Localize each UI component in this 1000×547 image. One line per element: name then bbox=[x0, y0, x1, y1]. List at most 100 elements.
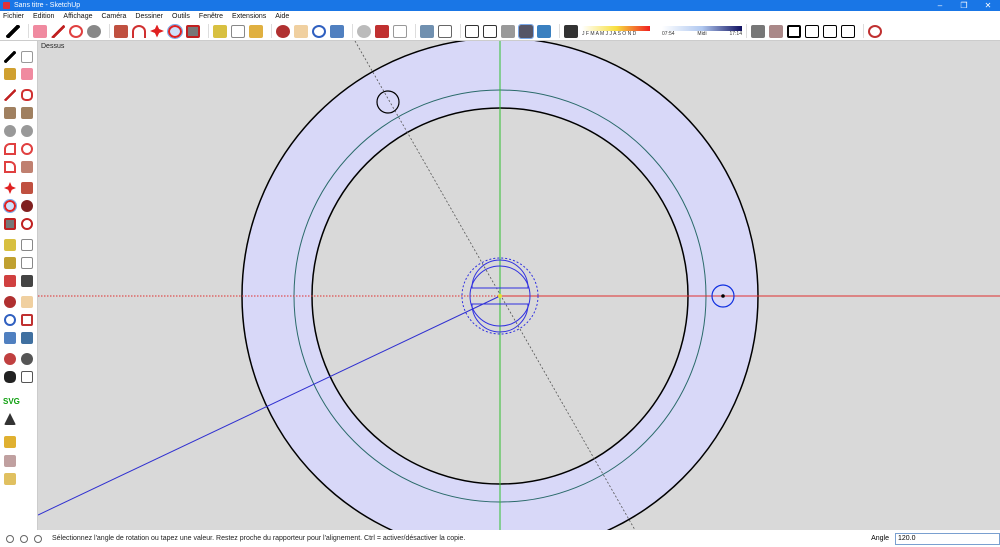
polygon-tool-icon[interactable] bbox=[21, 125, 33, 137]
scale-icon[interactable] bbox=[186, 24, 200, 38]
shaded-textures-icon[interactable] bbox=[518, 23, 534, 39]
orbit-icon[interactable] bbox=[276, 24, 290, 38]
push-pull-icon[interactable] bbox=[21, 182, 33, 194]
window-title: Sans titre - SketchUp bbox=[14, 2, 81, 9]
scale-icon[interactable] bbox=[4, 218, 16, 230]
make-component-icon[interactable] bbox=[21, 51, 33, 63]
freehand-tool-icon[interactable] bbox=[21, 89, 33, 101]
cube-orange-icon[interactable] bbox=[4, 436, 16, 448]
time-end: 17:14 bbox=[729, 30, 742, 37]
section-plane-icon[interactable] bbox=[21, 371, 33, 383]
model-drawing bbox=[38, 41, 1000, 530]
back-view-icon[interactable] bbox=[823, 24, 837, 38]
move-icon[interactable] bbox=[150, 24, 164, 38]
drawing-viewport[interactable]: Dessus bbox=[38, 41, 1000, 530]
user-account-icon[interactable] bbox=[34, 534, 42, 543]
pan-icon[interactable] bbox=[294, 24, 308, 38]
zoom-extents-icon[interactable] bbox=[330, 24, 344, 38]
eraser-tool-icon[interactable] bbox=[21, 68, 33, 80]
zoom-window-icon[interactable] bbox=[21, 314, 33, 326]
measurements-input[interactable] bbox=[895, 532, 1000, 545]
rotated-rectangle-icon[interactable] bbox=[21, 107, 33, 119]
circle-tool-icon[interactable] bbox=[87, 24, 101, 38]
close-button[interactable]: ✕ bbox=[976, 1, 1000, 10]
text-icon[interactable] bbox=[21, 257, 33, 269]
menu-bar: Fichier Edition Affichage Caméra Dessine… bbox=[0, 11, 1000, 22]
layout-icon[interactable] bbox=[393, 24, 407, 38]
previous-view-icon[interactable] bbox=[21, 332, 33, 344]
text-icon[interactable] bbox=[231, 24, 245, 38]
extension-icon[interactable] bbox=[4, 413, 16, 425]
geo-location-status-icon[interactable] bbox=[6, 534, 14, 543]
dimension-icon[interactable] bbox=[21, 239, 33, 251]
xray-icon[interactable] bbox=[420, 24, 434, 38]
hidden-line-icon[interactable] bbox=[483, 24, 497, 38]
position-camera-icon[interactable] bbox=[4, 353, 16, 365]
push-pull-icon[interactable] bbox=[114, 24, 128, 38]
pan-icon[interactable] bbox=[21, 296, 33, 308]
move-icon[interactable] bbox=[4, 182, 16, 194]
shaded-icon[interactable] bbox=[501, 24, 515, 38]
shadows-toggle-icon[interactable] bbox=[564, 24, 578, 38]
follow-me-icon[interactable] bbox=[21, 200, 33, 212]
follow-me-icon[interactable] bbox=[132, 24, 146, 38]
two-point-arc-icon[interactable] bbox=[21, 143, 33, 155]
extension-warehouse-icon[interactable] bbox=[375, 24, 389, 38]
right-view-icon[interactable] bbox=[805, 24, 819, 38]
eraser-tool-icon[interactable] bbox=[33, 24, 47, 38]
geo-location-icon[interactable] bbox=[868, 24, 882, 38]
cube-yellow-icon[interactable] bbox=[4, 473, 16, 485]
tape-measure-icon[interactable] bbox=[4, 239, 16, 251]
rotate-icon[interactable] bbox=[3, 199, 17, 213]
protractor-icon[interactable] bbox=[4, 257, 16, 269]
warehouse-icon[interactable] bbox=[357, 24, 371, 38]
zoom-extents-icon[interactable] bbox=[4, 332, 16, 344]
axes-icon[interactable] bbox=[4, 275, 16, 287]
offset-icon[interactable] bbox=[21, 218, 33, 230]
arc-tool-icon[interactable] bbox=[4, 143, 16, 155]
line-tool-icon[interactable] bbox=[4, 89, 16, 101]
sketchup-logo-icon bbox=[3, 2, 10, 9]
cube-red-icon[interactable] bbox=[4, 455, 16, 467]
monochrome-icon[interactable] bbox=[537, 24, 551, 38]
wireframe-icon[interactable] bbox=[465, 24, 479, 38]
tape-measure-icon[interactable] bbox=[213, 24, 227, 38]
menu-dessiner[interactable]: Dessiner bbox=[135, 13, 163, 20]
rotate-icon[interactable] bbox=[167, 23, 183, 39]
left-toolbar: SVG bbox=[0, 41, 38, 530]
pencil-tool-icon[interactable] bbox=[51, 24, 65, 38]
look-around-icon[interactable] bbox=[21, 353, 33, 365]
zoom-icon[interactable] bbox=[312, 24, 326, 38]
credits-icon[interactable] bbox=[20, 534, 28, 543]
arc-tool-icon[interactable] bbox=[69, 24, 83, 38]
zoom-icon[interactable] bbox=[4, 314, 16, 326]
circle-tool-icon[interactable] bbox=[4, 125, 16, 137]
maximize-button[interactable]: ❐ bbox=[952, 1, 976, 10]
svg-extension-button[interactable]: SVG bbox=[3, 397, 20, 406]
select-tool-icon[interactable] bbox=[4, 51, 16, 63]
minimize-button[interactable]: – bbox=[928, 1, 952, 10]
left-view-icon[interactable] bbox=[841, 24, 855, 38]
menu-outils[interactable]: Outils bbox=[172, 13, 190, 20]
back-edges-icon[interactable] bbox=[438, 24, 452, 38]
select-tool-icon[interactable] bbox=[6, 24, 20, 38]
menu-fenetre[interactable]: Fenêtre bbox=[199, 13, 223, 20]
menu-extensions[interactable]: Extensions bbox=[232, 13, 266, 20]
front-view-icon[interactable] bbox=[787, 24, 801, 38]
iso-view-icon[interactable] bbox=[751, 24, 765, 38]
menu-fichier[interactable]: Fichier bbox=[3, 13, 24, 20]
menu-edition[interactable]: Edition bbox=[33, 13, 54, 20]
menu-aide[interactable]: Aide bbox=[275, 13, 289, 20]
pie-tool-icon[interactable] bbox=[21, 161, 33, 173]
3d-text-icon[interactable] bbox=[21, 275, 33, 287]
three-point-arc-icon[interactable] bbox=[4, 161, 16, 173]
menu-affichage[interactable]: Affichage bbox=[63, 13, 92, 20]
rectangle-tool-icon[interactable] bbox=[4, 107, 16, 119]
paint-bucket-icon[interactable] bbox=[4, 68, 16, 80]
paint-bucket-icon[interactable] bbox=[249, 24, 263, 38]
rotation-center-point bbox=[498, 294, 502, 298]
walk-icon[interactable] bbox=[4, 371, 16, 383]
top-view-icon[interactable] bbox=[769, 24, 783, 38]
menu-camera[interactable]: Caméra bbox=[101, 13, 126, 20]
orbit-icon[interactable] bbox=[4, 296, 16, 308]
